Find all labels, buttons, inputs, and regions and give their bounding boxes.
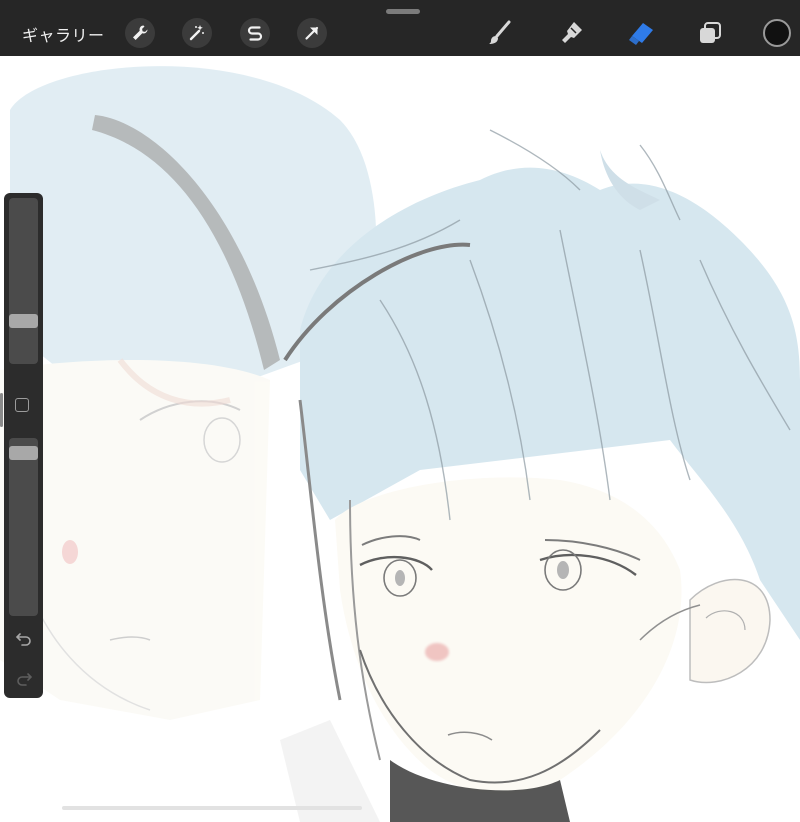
artwork-sketch (0, 66, 800, 822)
redo-icon (17, 673, 33, 686)
magic-wand-icon (189, 25, 204, 41)
color-picker-button[interactable] (763, 19, 791, 47)
home-indicator (62, 806, 362, 810)
drawing-canvas[interactable] (0, 56, 800, 822)
brush-icon (489, 20, 511, 44)
smudge-icon (562, 22, 582, 43)
selection-icon (247, 26, 263, 41)
opacity-slider[interactable] (9, 438, 38, 616)
layers-button[interactable] (695, 18, 725, 48)
eraser-button[interactable] (626, 18, 656, 48)
paint-button[interactable] (485, 18, 515, 48)
redo-button[interactable] (14, 669, 34, 689)
brush-sidebar (4, 193, 43, 698)
brush-size-thumb[interactable] (9, 314, 38, 328)
undo-button[interactable] (14, 629, 34, 649)
brush-size-slider[interactable] (9, 198, 38, 364)
selection-button[interactable] (240, 18, 270, 48)
adjustments-button[interactable] (182, 18, 212, 48)
modify-button[interactable] (15, 398, 29, 412)
transform-arrow-icon (305, 26, 319, 40)
opacity-thumb[interactable] (9, 446, 38, 460)
top-toolbar: ギャラリー (0, 0, 800, 56)
eraser-icon (629, 23, 653, 45)
wrench-icon (133, 25, 148, 40)
sidebar-handle[interactable] (0, 393, 3, 427)
layers-icon (700, 22, 721, 43)
actions-button[interactable] (125, 18, 155, 48)
transform-button[interactable] (297, 18, 327, 48)
gallery-button[interactable]: ギャラリー (22, 22, 105, 46)
undo-icon (15, 633, 31, 646)
smudge-button[interactable] (556, 18, 586, 48)
toolbar-grabber[interactable] (386, 9, 420, 14)
